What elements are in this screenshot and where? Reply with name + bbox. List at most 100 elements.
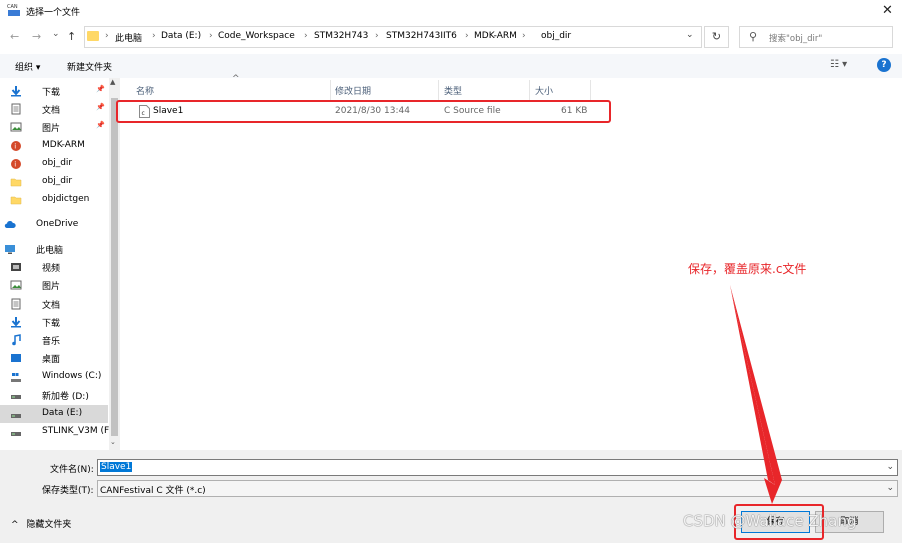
- sidebar-item-label: obj_dir: [42, 158, 73, 168]
- sidebar-item[interactable]: 音乐: [0, 331, 108, 349]
- pin-icon: 📌: [96, 121, 105, 129]
- document-icon: [10, 103, 22, 115]
- sidebar-item[interactable]: i obj_dir: [0, 155, 108, 173]
- sidebar-item[interactable]: 视频: [0, 258, 108, 276]
- column-divider[interactable]: [330, 80, 331, 100]
- pin-icon: 📌: [96, 103, 105, 111]
- chevron-down-icon[interactable]: ⌄: [886, 483, 894, 493]
- sidebar-item[interactable]: Windows (C:): [0, 368, 108, 386]
- column-divider[interactable]: [438, 80, 439, 100]
- view-options-icon[interactable]: ☷ ▾: [830, 59, 847, 70]
- column-divider[interactable]: [590, 80, 591, 100]
- svg-text:CAN: CAN: [7, 4, 18, 10]
- sidebar-item[interactable]: STLINK_V3M (F: [0, 423, 110, 441]
- breadcrumb-stm32h743[interactable]: STM32H743: [314, 31, 368, 41]
- annotation-text: 保存，覆盖原来.c文件: [688, 262, 807, 276]
- hide-folders-toggle[interactable]: ^ 隐藏文件夹: [11, 517, 71, 530]
- windows-drive-icon: [10, 371, 22, 383]
- sidebar-item-label: 视频: [42, 264, 61, 274]
- chevron-down-icon[interactable]: ⌄: [886, 462, 894, 472]
- sidebar-item-label: STLINK_V3M (F: [42, 426, 110, 436]
- breadcrumb-stm32h743iit6[interactable]: STM32H743IIT6: [386, 31, 457, 41]
- sidebar-item-label: 文档: [42, 301, 61, 311]
- breadcrumb-obj-dir[interactable]: obj_dir: [541, 31, 571, 41]
- sidebar-item[interactable]: 文档 📌: [0, 100, 108, 118]
- chevron-up-icon: ^: [11, 520, 19, 530]
- watermark: CSDN @Wallace Zhang: [683, 512, 857, 530]
- sidebar-item[interactable]: i MDK-ARM: [0, 137, 108, 155]
- recent-locations-icon[interactable]: ⌄: [52, 29, 60, 39]
- sidebar-item-label: 新加卷 (D:): [42, 392, 89, 402]
- music-icon: [10, 334, 22, 346]
- column-divider[interactable]: [529, 80, 530, 100]
- sidebar-item-label: 图片: [42, 282, 61, 292]
- breadcrumb-code-workspace[interactable]: Code_Workspace: [218, 31, 295, 41]
- back-arrow-icon[interactable]: ←: [10, 30, 19, 43]
- breadcrumb-separator: ›: [522, 31, 526, 41]
- breadcrumb-separator: ›: [105, 31, 109, 41]
- sidebar-item-label: 下载: [42, 319, 61, 329]
- breadcrumb-separator: ›: [375, 31, 379, 41]
- pin-icon: 📌: [96, 85, 105, 93]
- search-box[interactable]: ⚲ 搜索"obj_dir": [739, 26, 893, 48]
- address-dropdown-icon[interactable]: ⌄: [686, 30, 694, 40]
- sort-arrow-icon: ^: [232, 74, 240, 84]
- sidebar-item[interactable]: OneDrive: [0, 216, 108, 234]
- computer-icon: [4, 243, 16, 255]
- sidebar-item[interactable]: 图片: [0, 276, 108, 294]
- help-icon[interactable]: ?: [877, 58, 891, 72]
- scroll-up-icon[interactable]: ▲: [110, 78, 115, 86]
- forward-arrow-icon[interactable]: →: [32, 30, 41, 43]
- drive-icon: [10, 408, 22, 420]
- sidebar-item[interactable]: 文档: [0, 295, 108, 313]
- close-icon[interactable]: ✕: [882, 3, 893, 18]
- folder-icon: [10, 176, 22, 188]
- sidebar-item[interactable]: 下载: [0, 313, 108, 331]
- breadcrumb-mdk-arm[interactable]: MDK-ARM: [474, 31, 517, 41]
- picture-icon: [10, 279, 22, 291]
- scrollbar-thumb[interactable]: [111, 98, 118, 436]
- sidebar-item[interactable]: obj_dir: [0, 173, 108, 191]
- scroll-down-icon[interactable]: ⌄: [110, 438, 116, 446]
- sidebar-item[interactable]: Data (E:): [0, 405, 108, 423]
- address-bar[interactable]: › 此电脑 › Data (E:) › Code_Workspace › STM…: [84, 26, 702, 48]
- navigation-pane: 下载 📌 文档 📌 图片 📌 i MDK-ARM i obj_dir obj_dir objdictg…: [0, 78, 120, 450]
- sidebar-item-label: 文档: [42, 106, 61, 116]
- sidebar-item[interactable]: 此电脑: [0, 240, 108, 258]
- sidebar-item-label: 此电脑: [36, 246, 64, 256]
- sidebar-item[interactable]: objdictgen: [0, 191, 108, 209]
- video-icon: [10, 261, 22, 273]
- keil-folder-icon: i: [10, 140, 22, 152]
- breadcrumb-data-drive[interactable]: Data (E:): [161, 31, 201, 41]
- download-icon: [10, 316, 22, 328]
- navigation-scrollbar[interactable]: ▲ ⌄: [109, 78, 120, 450]
- sidebar-item[interactable]: 图片 📌: [0, 118, 108, 136]
- sidebar-item[interactable]: 下载 📌: [0, 82, 108, 100]
- folder-icon: [87, 31, 99, 41]
- sidebar-item-label: MDK-ARM: [42, 140, 85, 150]
- app-icon: CAN: [7, 4, 20, 16]
- sidebar-item-label: obj_dir: [42, 176, 73, 186]
- sidebar-item-label: OneDrive: [36, 219, 79, 229]
- breadcrumb-separator: ›: [304, 31, 308, 41]
- sidebar-item[interactable]: 桌面: [0, 349, 108, 367]
- refresh-button[interactable]: ↻: [704, 26, 729, 48]
- folder-icon: [10, 194, 22, 206]
- breadcrumb-separator: ›: [152, 31, 156, 41]
- new-folder-button[interactable]: 新建文件夹: [67, 60, 112, 73]
- svg-text:i: i: [14, 143, 16, 151]
- organize-button[interactable]: 组织 ▾: [15, 60, 40, 73]
- drive-icon: [10, 426, 22, 438]
- filetype-label: 保存类型(T):: [42, 486, 94, 496]
- picture-icon: [10, 121, 22, 133]
- breadcrumb-this-pc[interactable]: 此电脑: [115, 31, 142, 44]
- search-icon: ⚲: [749, 30, 758, 43]
- up-arrow-icon[interactable]: ↑: [67, 30, 76, 43]
- search-input[interactable]: 搜索"obj_dir": [769, 32, 822, 44]
- highlight-box-file: [116, 100, 611, 123]
- sidebar-item[interactable]: 新加卷 (D:): [0, 386, 108, 404]
- sidebar-item-label: 桌面: [42, 355, 61, 365]
- breadcrumb-separator: ›: [209, 31, 213, 41]
- sidebar-item-label: 音乐: [42, 337, 61, 347]
- sidebar-item-label: Data (E:): [42, 408, 83, 418]
